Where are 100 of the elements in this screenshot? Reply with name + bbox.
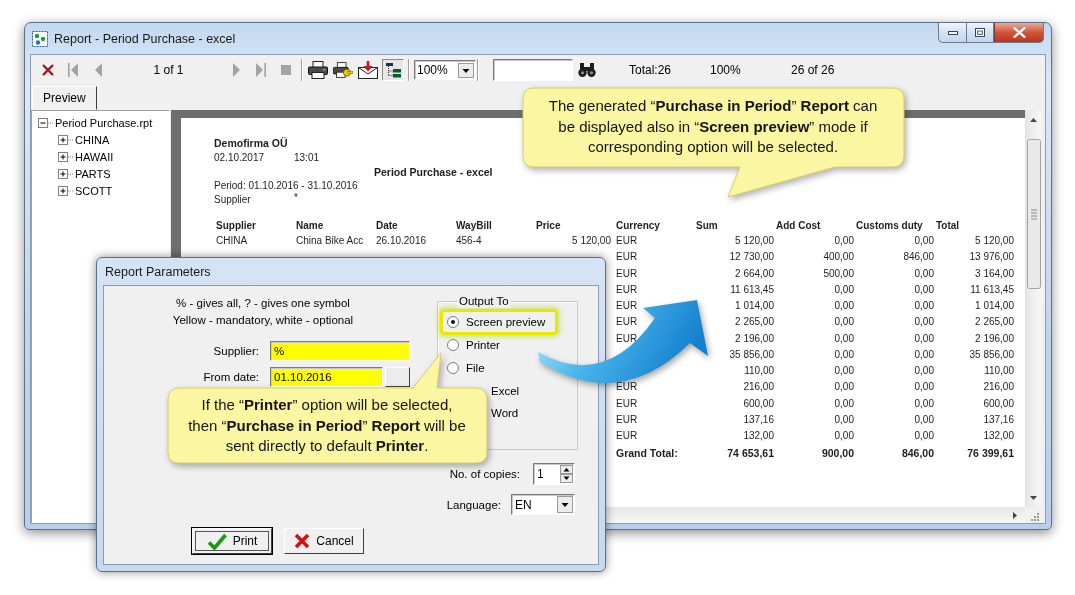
table-cell: 0,00 bbox=[914, 381, 934, 393]
table-cell: 0,00 bbox=[834, 316, 854, 328]
column-header: WayBill bbox=[456, 220, 492, 231]
page-indicator: 1 of 1 bbox=[152, 63, 185, 77]
table-cell: 0,00 bbox=[914, 365, 934, 376]
column-header: Date bbox=[376, 220, 398, 231]
report-title: Period Purchase - excel bbox=[374, 166, 493, 178]
hint-text: % - gives all, ? - gives one symbol bbox=[176, 297, 350, 309]
field-label: Supplier: bbox=[213, 345, 259, 357]
table-cell: 500,00 bbox=[823, 267, 854, 279]
hint-text: Yellow - mandatory, white - optional bbox=[172, 314, 354, 326]
table-cell: 137,16 bbox=[743, 413, 774, 425]
column-header: Supplier bbox=[216, 220, 256, 231]
table-cell: 132,00 bbox=[743, 430, 774, 441]
table-cell: 0,00 bbox=[834, 332, 854, 344]
table-cell: 13 976,00 bbox=[969, 251, 1014, 263]
company-name: Demofirma OÜ bbox=[214, 137, 288, 149]
field-label: Language: bbox=[446, 498, 501, 511]
table-cell: 216,00 bbox=[983, 381, 1014, 393]
table-cell: 12 730,00 bbox=[729, 251, 774, 263]
table-cell: 110,00 bbox=[984, 365, 1014, 376]
status-text: 100% bbox=[710, 63, 741, 77]
table-cell: 2 196,00 bbox=[975, 332, 1014, 344]
column-header: Customs duty bbox=[856, 220, 923, 231]
group-title: Output To bbox=[457, 295, 511, 308]
table-cell: 11 613,45 bbox=[970, 283, 1014, 295]
table-cell: 0,00 bbox=[834, 300, 854, 311]
callout-text: If the “Printer” option will be selected, then “Purchase in Period” Report will be sent directly to default Printer. bbox=[187, 395, 467, 456]
filter-value: * bbox=[294, 192, 298, 203]
table-cell: 0,00 bbox=[834, 365, 854, 376]
table-cell: 0,00 bbox=[834, 413, 854, 425]
table-cell: 400,00 bbox=[823, 251, 854, 263]
table-cell: China Bike Acc bbox=[296, 235, 364, 246]
column-header: Add Cost bbox=[776, 220, 821, 231]
table-cell: EUR bbox=[616, 300, 638, 311]
table-cell: EUR bbox=[616, 332, 638, 344]
table-cell: 3 164,00 bbox=[975, 267, 1014, 279]
grand-total-cell: 74 653,61 bbox=[727, 447, 774, 460]
table-cell: 0,00 bbox=[834, 283, 854, 295]
table-cell: 0,00 bbox=[914, 267, 934, 279]
column-header: Sum bbox=[696, 220, 718, 231]
column-header: Price bbox=[536, 220, 561, 231]
table-cell: EUR bbox=[616, 413, 638, 425]
field-label: From date: bbox=[203, 371, 259, 383]
status-text: Total:26 bbox=[629, 63, 672, 77]
table-cell: EUR bbox=[616, 316, 638, 328]
table-cell: 600,00 bbox=[983, 397, 1014, 409]
report-date: 02.10.2017 bbox=[214, 152, 265, 163]
table-cell: 2 664,00 bbox=[735, 267, 774, 279]
table-cell: 0,00 bbox=[834, 397, 854, 409]
table-cell: 132,00 bbox=[983, 430, 1014, 441]
table-cell: 0,00 bbox=[834, 235, 854, 246]
table-cell: EUR bbox=[616, 283, 638, 295]
table-cell: 456-4 bbox=[456, 235, 482, 246]
table-cell: 0,00 bbox=[914, 235, 934, 246]
filter-label: Supplier bbox=[214, 194, 251, 205]
column-header: Name bbox=[296, 220, 324, 231]
table-cell: 0,00 bbox=[914, 413, 934, 425]
table-cell: EUR bbox=[616, 430, 638, 441]
status-text: 26 of 26 bbox=[791, 63, 835, 77]
column-header: Currency bbox=[616, 220, 660, 231]
table-cell: EUR bbox=[616, 251, 638, 263]
table-cell: 2 265,00 bbox=[735, 316, 774, 328]
grand-total-cell: 846,00 bbox=[901, 447, 934, 460]
table-cell: 0,00 bbox=[914, 332, 934, 344]
window-title: Report - Period Purchase - excel bbox=[54, 31, 236, 46]
table-cell: EUR bbox=[616, 235, 638, 246]
dialog-title: Report Parameters bbox=[105, 264, 211, 279]
table-cell: 110,00 bbox=[744, 365, 774, 376]
table-cell: 0,00 bbox=[834, 430, 854, 441]
report-time: 13:01 bbox=[294, 152, 320, 163]
table-cell: 137,16 bbox=[983, 413, 1014, 425]
table-cell: EUR bbox=[616, 267, 638, 279]
table-cell: 0,00 bbox=[914, 300, 934, 311]
field-label: No. of copies: bbox=[449, 468, 520, 480]
table-cell: EUR bbox=[616, 397, 638, 409]
grand-total-cell: 900,00 bbox=[821, 447, 854, 460]
table-cell: 5 120,00 bbox=[572, 235, 611, 246]
table-cell: 5 120,00 bbox=[975, 235, 1014, 246]
grand-total-label: Grand Total: bbox=[616, 447, 678, 460]
column-header: Total bbox=[936, 220, 960, 231]
table-cell: 0,00 bbox=[914, 283, 934, 295]
table-cell: 0,00 bbox=[914, 348, 934, 360]
table-cell: 1 014,00 bbox=[735, 300, 774, 311]
table-cell: 0,00 bbox=[834, 381, 854, 393]
table-cell: 35 856,00 bbox=[729, 348, 774, 360]
report-period: Period: 01.10.2016 - 31.10.2016 bbox=[214, 180, 358, 191]
table-cell: 35 856,00 bbox=[969, 348, 1014, 360]
table-cell: 0,00 bbox=[914, 430, 934, 441]
table-cell: 5 120,00 bbox=[735, 235, 774, 246]
grand-total-cell: 76 399,61 bbox=[967, 447, 1014, 460]
table-cell: 600,00 bbox=[743, 397, 774, 409]
table-cell: 2 265,00 bbox=[975, 316, 1014, 328]
table-cell: 216,00 bbox=[743, 381, 774, 393]
table-cell: 26.10.2016 bbox=[376, 235, 427, 246]
table-cell: 11 613,45 bbox=[730, 283, 774, 295]
table-cell: CHINA bbox=[216, 235, 248, 246]
table-cell: 1 014,00 bbox=[975, 300, 1014, 311]
table-cell: 0,00 bbox=[914, 397, 934, 409]
table-cell: 2 196,00 bbox=[735, 332, 774, 344]
